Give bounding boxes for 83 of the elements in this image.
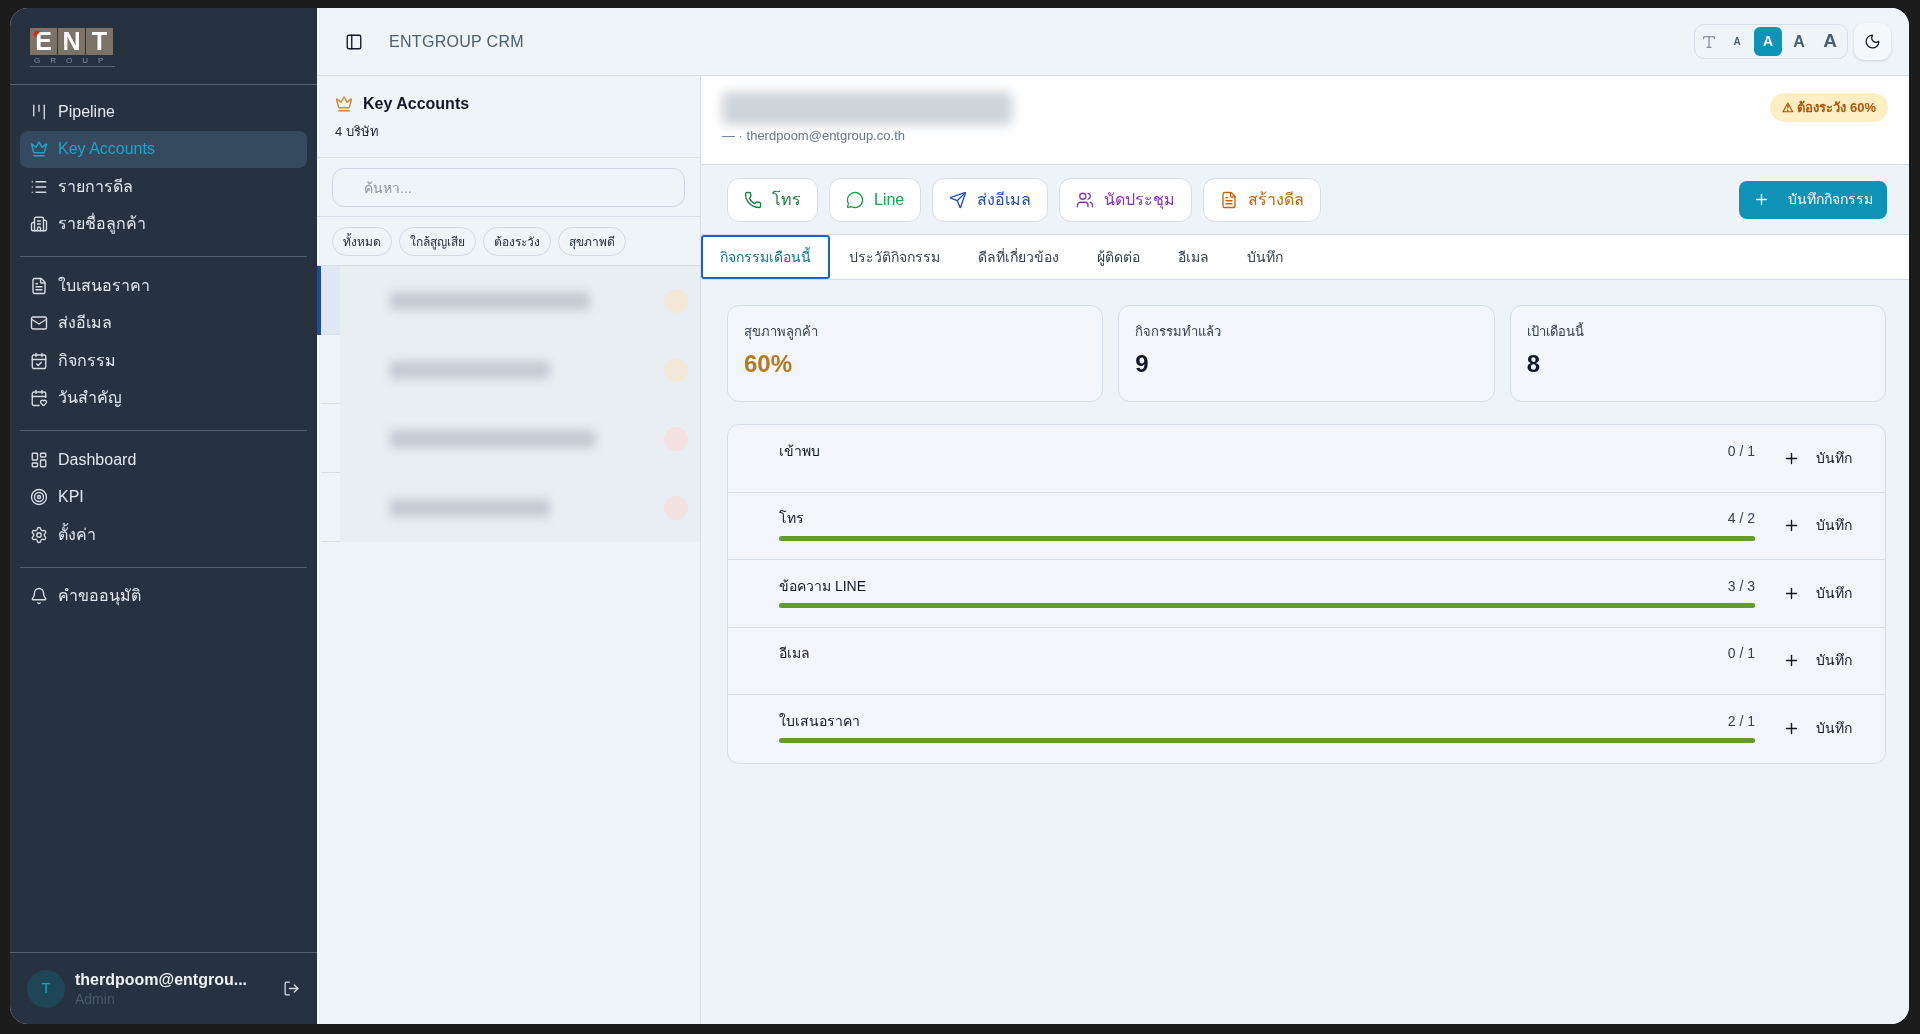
plus-icon [1753,191,1770,208]
app-title: ENTGROUP CRM [389,31,524,52]
activity-count: 0 / 1 [1727,644,1755,663]
logo-subtitle: GROUP [30,56,115,67]
record-button[interactable]: บันทึก [1783,650,1852,672]
stat-value: 9 [1135,349,1149,379]
stat-label: เป้าเดือนนี้ [1526,323,1584,341]
target-icon [30,488,48,507]
activity-count: 2 / 1 [1727,711,1755,731]
document-icon [30,276,48,295]
tab[interactable]: ประวัติกิจกรรม [830,235,959,279]
kanban-icon [30,102,48,121]
nav-item[interactable]: รายชื่อลูกค้า [20,205,307,243]
phone-icon [744,190,762,209]
stat-label: สุขภาพลูกค้า [744,323,818,341]
action-button[interactable]: สร้างดีล [1203,177,1322,222]
nav-item[interactable]: Dashboard [20,441,307,479]
logo-tile: N [58,28,85,55]
mail-icon [30,314,48,333]
tab[interactable]: กิจกรรมเดือนนี้ [701,235,830,279]
crown-icon [335,95,353,113]
action-button[interactable]: โทร [727,177,818,222]
building-icon [30,215,48,234]
nav-item[interactable]: วันสำคัญ [20,379,307,417]
tab[interactable]: บันทึก [1228,235,1302,279]
logo-tile: E [30,28,57,55]
action-button[interactable]: ส่งอีเมล [932,177,1049,222]
account-row[interactable] [317,266,700,335]
action-button[interactable]: นัดประชุม [1059,177,1193,222]
health-badge: ⚠ ต้องระวัง 60% [1769,93,1888,122]
font-size-button[interactable]: A [1785,27,1813,56]
record-button[interactable]: บันทึก [1783,515,1852,537]
search-field[interactable]: ค้นหา... [332,168,685,207]
crown-icon [30,140,48,159]
nav-item[interactable]: กิจกรรม [20,342,307,380]
logout-icon [282,980,300,997]
record-button[interactable]: บันทึก [1783,582,1852,604]
theme-toggle-button[interactable] [1854,23,1891,60]
tab[interactable]: อีเมล [1159,235,1228,279]
stat-value: 60% [744,349,793,379]
bell-icon [30,587,48,606]
stat-value: 8 [1526,349,1540,379]
stat-label: กิจกรรมทำแล้ว [1135,323,1222,341]
chat-bubble-icon [846,190,864,209]
activity-name: อีเมล [779,644,810,663]
dashboard-icon [30,450,48,469]
moon-icon [1864,33,1881,50]
contact-line: — · therdpoom@entgroup.co.th [722,127,906,145]
calendar-check-icon [30,351,48,370]
nav-item[interactable]: ตั้งค่า [20,516,307,554]
settings-icon [30,525,48,544]
sidebar-panel-icon [345,32,363,51]
nav-item[interactable]: ใบเสนอราคา [20,267,307,305]
tab[interactable]: ดีลที่เกี่ยวข้อง [959,235,1078,279]
avatar: T [27,969,65,1008]
list-title: Key Accounts [363,94,470,114]
nav-item[interactable]: คำขออนุมัติ [20,577,307,615]
send-icon [949,190,968,209]
font-size-button[interactable]: A [1723,27,1751,56]
tab[interactable]: ผู้ติดต่อ [1078,235,1159,279]
nav-item[interactable]: ส่งอีเมล [20,304,307,342]
log-activity-button[interactable]: บันทึกกิจกรรม [1739,180,1887,219]
activity-count: 0 / 1 [1727,441,1755,461]
user-name: therdpoom@entgrou... [75,969,249,990]
nav-item[interactable]: รายการดีล [20,168,307,206]
font-size-button[interactable]: A [1816,27,1844,56]
nav-item[interactable]: KPI [20,478,307,516]
activity-name: ใบเสนอราคา [779,711,860,731]
record-button[interactable]: บันทึก [1783,447,1852,469]
company-count: 4 บริษัท [335,123,380,141]
activity-count: 3 / 3 [1727,576,1755,596]
activity-name: เข้าพบ [779,441,820,461]
calendar-heart-icon [30,389,48,408]
logo-tile: T [86,28,113,55]
activity-name: โทร [779,509,804,528]
type-icon [1701,33,1717,50]
record-button[interactable]: บันทึก [1783,718,1852,740]
activity-name: ข้อความ LINE [779,576,866,596]
users-icon [1076,190,1095,209]
font-size-button[interactable]: A [1754,27,1782,56]
activity-count: 4 / 2 [1727,509,1755,528]
document-icon [1220,190,1239,209]
nav-item[interactable]: Pipeline [20,93,307,131]
